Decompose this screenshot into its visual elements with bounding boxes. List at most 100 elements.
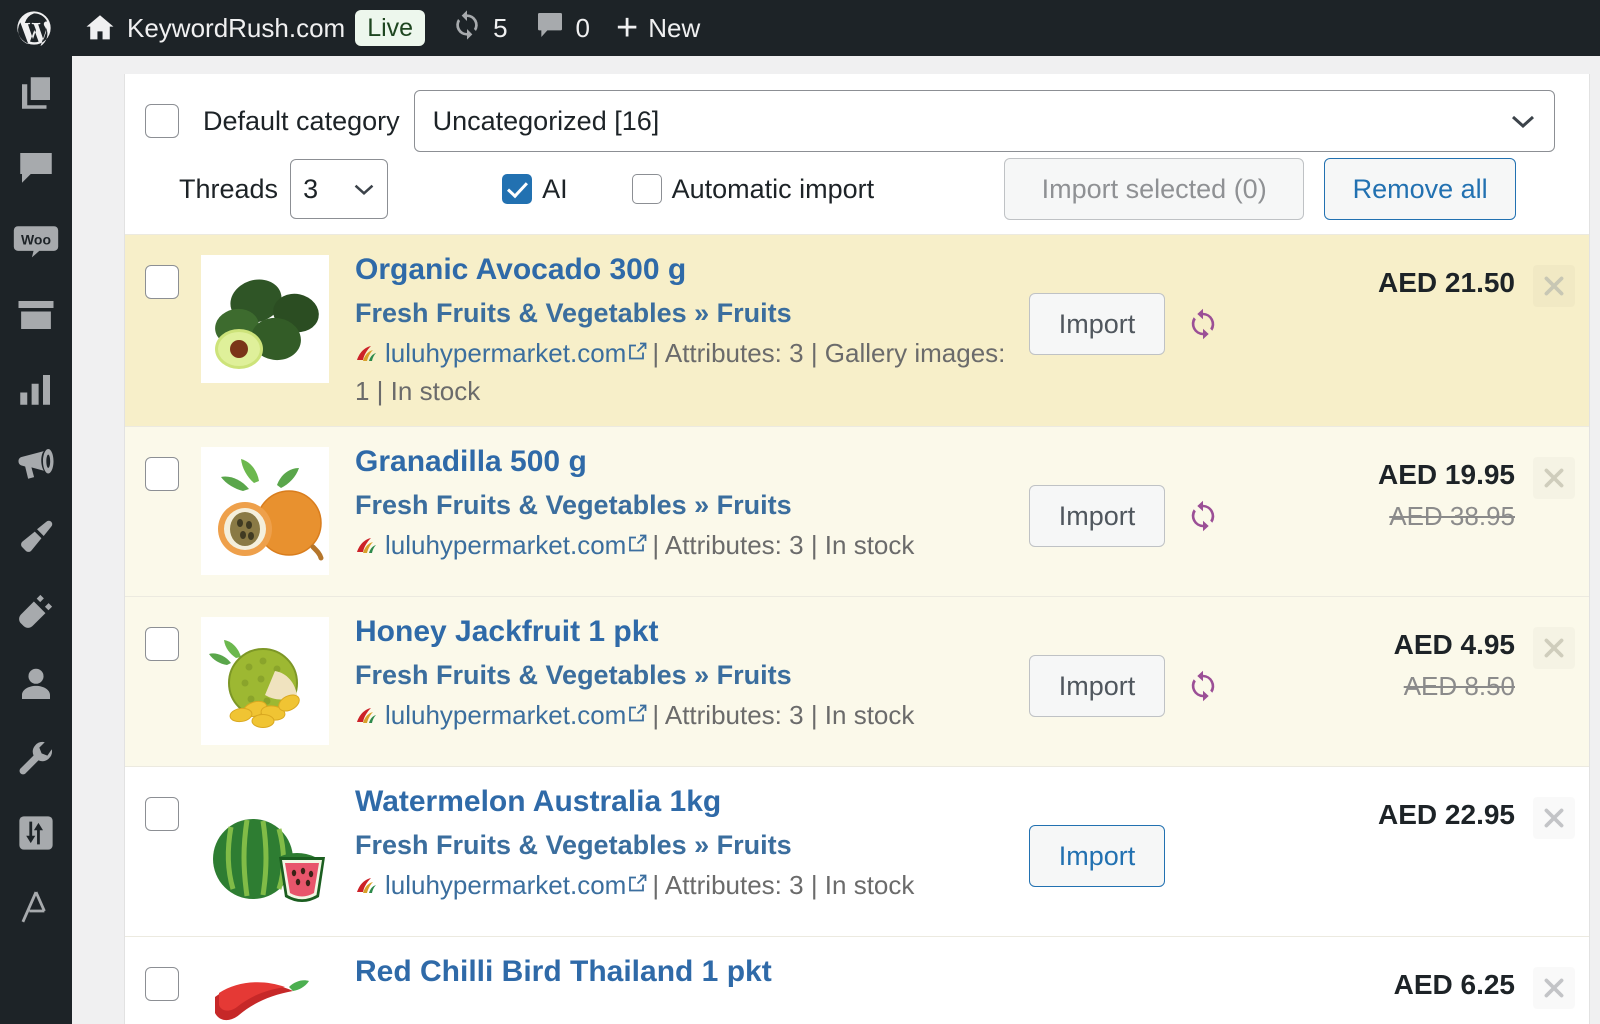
- product-title[interactable]: Organic Avocado 300 g: [355, 251, 1019, 289]
- new-content-button[interactable]: + New: [603, 0, 713, 56]
- product-category[interactable]: Fresh Fruits & Vegetables » Fruits: [355, 295, 1019, 331]
- import-button[interactable]: Import: [1029, 825, 1165, 888]
- table-row[interactable]: Granadilla 500 g Fresh Fruits & Vegetabl…: [125, 426, 1589, 597]
- svg-text:Woo: Woo: [21, 231, 51, 247]
- default-category-value: Uncategorized [16]: [432, 105, 660, 136]
- sync-icon[interactable]: [1185, 668, 1221, 704]
- updates-button[interactable]: 5: [438, 0, 520, 56]
- automatic-import-toggle[interactable]: Automatic import: [631, 174, 874, 205]
- sidebar-item-products[interactable]: [0, 278, 72, 352]
- product-price: AED 6.25: [1393, 969, 1515, 1001]
- import-button[interactable]: Import: [1029, 655, 1165, 718]
- row-actions: Import: [1029, 783, 1319, 888]
- comments-count: 0: [575, 12, 591, 43]
- import-button[interactable]: Import: [1029, 293, 1165, 355]
- product-category[interactable]: Fresh Fruits & Vegetables » Fruits: [355, 657, 1019, 693]
- sidebar-item-extra[interactable]: [0, 870, 72, 944]
- remove-row-button[interactable]: [1533, 967, 1575, 1009]
- price-box: AED 4.95 AED 8.50: [1319, 613, 1519, 702]
- ai-toggle[interactable]: AI: [502, 174, 568, 205]
- product-category[interactable]: Fresh Fruits & Vegetables » Fruits: [355, 827, 1019, 863]
- product-info: Watermelon Australia 1kg Fresh Fruits & …: [355, 783, 1029, 905]
- plugins-plug-icon: [14, 590, 58, 632]
- product-price: AED 4.95: [1393, 629, 1515, 661]
- row-checkbox[interactable]: [145, 627, 179, 662]
- appearance-brush-icon: [14, 516, 58, 558]
- sidebar-item-marketing[interactable]: [0, 426, 72, 500]
- product-info: Red Chilli Bird Thailand 1 pkt: [355, 953, 1029, 997]
- sidebar-item-plugins[interactable]: [0, 574, 72, 648]
- row-checkbox[interactable]: [145, 457, 179, 492]
- external-link-icon: [628, 873, 648, 893]
- table-row[interactable]: Watermelon Australia 1kg Fresh Fruits & …: [125, 766, 1589, 937]
- sidebar-item-appearance[interactable]: [0, 500, 72, 574]
- wordpress-logo-icon: [14, 8, 54, 48]
- product-title[interactable]: Watermelon Australia 1kg: [355, 783, 1019, 821]
- import-button[interactable]: Import: [1029, 485, 1165, 548]
- table-row[interactable]: Honey Jackfruit 1 pkt Fresh Fruits & Veg…: [125, 596, 1589, 767]
- product-price: AED 21.50: [1378, 267, 1515, 298]
- table-row[interactable]: Organic Avocado 300 g Fresh Fruits & Veg…: [125, 234, 1589, 427]
- sync-icon[interactable]: [1185, 306, 1221, 342]
- product-title[interactable]: Granadilla 500 g: [355, 443, 1019, 481]
- product-category[interactable]: Fresh Fruits & Vegetables » Fruits: [355, 487, 1019, 523]
- price-box: AED 21.50: [1319, 251, 1519, 299]
- sidebar-item-comments[interactable]: [0, 130, 72, 204]
- sidebar-item-tools[interactable]: [0, 722, 72, 796]
- remove-row-button[interactable]: [1533, 627, 1575, 669]
- product-info: Organic Avocado 300 g Fresh Fruits & Veg…: [355, 251, 1029, 410]
- import-selected-button[interactable]: Import selected (0): [1004, 158, 1305, 220]
- row-actions: Import: [1029, 613, 1319, 718]
- product-price: AED 19.95: [1378, 459, 1515, 491]
- remove-row-button[interactable]: [1533, 457, 1575, 499]
- remove-row-button[interactable]: [1533, 797, 1575, 839]
- select-all-checkbox[interactable]: [145, 104, 179, 138]
- remove-all-button[interactable]: Remove all: [1324, 158, 1517, 220]
- external-link-icon: [628, 533, 648, 553]
- sync-icon[interactable]: [1185, 498, 1221, 534]
- external-link-icon: [628, 703, 648, 723]
- sidebar-item-analytics[interactable]: [0, 352, 72, 426]
- ai-checkbox[interactable]: [502, 174, 533, 204]
- settings-sliders-icon: [15, 812, 57, 854]
- jackfruit-thumbnail: [201, 617, 329, 746]
- row-checkbox[interactable]: [145, 265, 179, 299]
- product-domain[interactable]: luluhypermarket.com: [385, 870, 626, 900]
- product-domain[interactable]: luluhypermarket.com: [385, 530, 626, 560]
- lulu-favicon-icon: [355, 343, 381, 365]
- row-checkbox[interactable]: [145, 967, 179, 1002]
- sidebar-item-pages[interactable]: [0, 56, 72, 130]
- sidebar-item-users[interactable]: [0, 648, 72, 722]
- price-box: AED 19.95 AED 38.95: [1319, 443, 1519, 532]
- product-price-original: AED 38.95: [1389, 501, 1515, 532]
- ai-label: AI: [542, 173, 568, 204]
- import-toolbar: Default category Uncategorized [16] Thre…: [125, 74, 1589, 234]
- product-price-original: AED 8.50: [1403, 671, 1515, 702]
- remove-row-button[interactable]: [1533, 265, 1575, 307]
- product-meta-text: | Attributes: 3 | In stock: [652, 530, 915, 561]
- sidebar-item-settings[interactable]: [0, 796, 72, 870]
- row-checkbox[interactable]: [145, 797, 179, 832]
- sidebar-item-woocommerce[interactable]: Woo: [0, 204, 72, 278]
- threads-value: 3: [303, 173, 319, 204]
- live-badge: Live: [355, 9, 426, 47]
- site-name-button[interactable]: KeywordRush.com Live: [70, 0, 438, 56]
- threads-select[interactable]: 3: [290, 159, 389, 219]
- table-row[interactable]: Red Chilli Bird Thailand 1 pkt AED 6.25: [125, 936, 1589, 1024]
- main-content: Default category Uncategorized [16] Thre…: [72, 56, 1600, 1024]
- wordpress-logo-button[interactable]: [0, 0, 70, 56]
- product-title[interactable]: Red Chilli Bird Thailand 1 pkt: [355, 953, 1019, 991]
- comments-button[interactable]: 0: [521, 0, 603, 56]
- woocommerce-icon: Woo: [13, 220, 59, 262]
- row-actions: Import: [1029, 443, 1319, 548]
- product-domain[interactable]: luluhypermarket.com: [385, 338, 626, 368]
- default-category-select[interactable]: Uncategorized [16]: [413, 90, 1555, 152]
- avocado-thumbnail: [201, 255, 329, 383]
- home-icon: [83, 11, 117, 45]
- close-icon: [1541, 465, 1567, 491]
- product-title[interactable]: Honey Jackfruit 1 pkt: [355, 613, 1019, 651]
- product-domain[interactable]: luluhypermarket.com: [385, 700, 626, 730]
- watermelon-thumbnail: [201, 787, 329, 916]
- automatic-import-checkbox[interactable]: [631, 174, 662, 204]
- import-list-panel: Default category Uncategorized [16] Thre…: [124, 74, 1590, 1024]
